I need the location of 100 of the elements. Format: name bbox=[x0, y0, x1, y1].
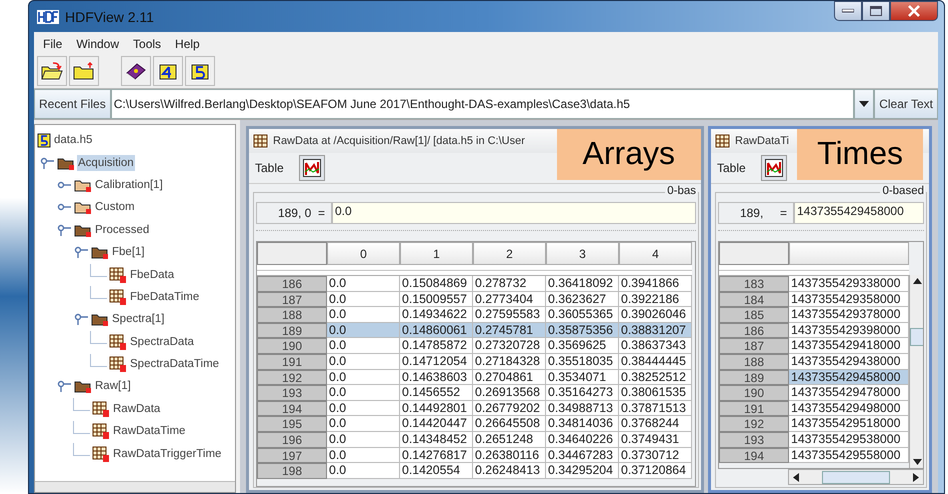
file-path-field[interactable]: C:\Users\Wilfred.Berlang\Desktop\SEAFOM June 2017\Enthought-DAS-examples\Case3\data.h5 bbox=[110, 89, 854, 119]
hdf5-icon[interactable] bbox=[185, 56, 215, 86]
row-header[interactable]: 185 bbox=[719, 307, 789, 323]
scroll-left-icon[interactable] bbox=[793, 472, 799, 482]
menu-item[interactable]: Tools bbox=[132, 36, 162, 52]
minimize-button[interactable] bbox=[834, 1, 862, 21]
row-header[interactable]: 184 bbox=[719, 292, 789, 308]
tree-item[interactable]: Raw[1] bbox=[94, 378, 132, 394]
dropdown-button[interactable] bbox=[854, 89, 874, 119]
tree-item[interactable]: RawDataTriggerTime bbox=[112, 446, 222, 462]
column-header[interactable]: 4 bbox=[619, 242, 692, 265]
tree-item[interactable]: FbeDataTime bbox=[129, 288, 200, 305]
table-menu[interactable]: Table bbox=[716, 160, 747, 176]
row-header[interactable]: 189 bbox=[719, 370, 789, 386]
tree-item[interactable]: SpectraDataTime bbox=[129, 356, 220, 372]
scroll-right-icon[interactable] bbox=[913, 472, 919, 482]
tree-item[interactable]: Fbe[1] bbox=[111, 244, 146, 260]
row-header[interactable]: 189 bbox=[257, 322, 327, 338]
menu-item[interactable]: Window bbox=[75, 36, 120, 52]
table-cell: 1437355429478000 bbox=[789, 385, 909, 401]
table-cell: 0.37120864 bbox=[619, 463, 692, 479]
row-header[interactable]: 186 bbox=[719, 322, 789, 338]
table-cell: 0.3534071 bbox=[546, 370, 619, 386]
row-header[interactable]: 187 bbox=[719, 338, 789, 354]
table-cell: 0.26645508 bbox=[473, 416, 546, 432]
expand-handle-icon[interactable] bbox=[56, 380, 72, 392]
tree-item[interactable]: Calibration[1] bbox=[94, 176, 164, 193]
row-header[interactable]: 193 bbox=[257, 385, 327, 401]
table-cell: 0.38637343 bbox=[619, 338, 692, 354]
row-header[interactable]: 188 bbox=[719, 354, 789, 370]
folder-icon bbox=[74, 200, 92, 214]
cell-value-field[interactable]: 1437355429458000 bbox=[794, 202, 924, 224]
recent-files-button[interactable]: Recent Files bbox=[34, 89, 111, 119]
expand-handle-icon[interactable] bbox=[39, 156, 55, 169]
chart-icon[interactable] bbox=[760, 155, 787, 181]
scroll-thumb[interactable] bbox=[822, 470, 890, 484]
tree-item[interactable]: FbeData bbox=[129, 266, 176, 283]
scroll-thumb[interactable] bbox=[910, 328, 923, 346]
column-header[interactable]: 1 bbox=[400, 242, 473, 265]
chart-icon[interactable] bbox=[298, 155, 325, 181]
row-header[interactable]: 190 bbox=[719, 385, 789, 401]
row-header[interactable]: 195 bbox=[257, 416, 327, 432]
row-header[interactable]: 194 bbox=[257, 400, 327, 416]
row-header[interactable]: 186 bbox=[257, 276, 327, 292]
row-header[interactable]: 183 bbox=[719, 276, 789, 292]
row-header[interactable]: 192 bbox=[719, 416, 789, 432]
expand-handle-icon[interactable] bbox=[73, 246, 89, 258]
row-header[interactable]: 188 bbox=[257, 307, 327, 323]
row-header[interactable]: 192 bbox=[257, 370, 327, 386]
scroll-up-icon[interactable] bbox=[913, 278, 922, 284]
tree-item[interactable]: Spectra[1] bbox=[111, 311, 166, 328]
horizontal-scrollbar[interactable] bbox=[788, 469, 924, 485]
horizontal-scrollbar[interactable] bbox=[35, 481, 235, 492]
table-cell: 1437355429538000 bbox=[789, 432, 909, 448]
tree-item[interactable]: data.h5 bbox=[53, 132, 94, 148]
menu-item[interactable]: Help bbox=[174, 36, 201, 52]
row-header[interactable]: 194 bbox=[719, 448, 789, 464]
table-cell: 0.26380116 bbox=[473, 448, 546, 464]
row-header[interactable]: 197 bbox=[257, 448, 327, 464]
table-cell: 0.0 bbox=[327, 432, 400, 448]
maximize-button[interactable] bbox=[862, 1, 890, 21]
expand-handle-icon[interactable] bbox=[56, 224, 72, 236]
expand-handle-icon[interactable] bbox=[73, 313, 89, 326]
clear-text-button[interactable]: Clear Text bbox=[874, 89, 938, 119]
table-cell: 1437355429438000 bbox=[789, 354, 909, 370]
cell-value-field[interactable]: 0.0 bbox=[332, 202, 696, 224]
row-header[interactable]: 198 bbox=[257, 463, 327, 479]
table-cell: 0.0 bbox=[327, 307, 400, 323]
row-header[interactable]: 196 bbox=[257, 432, 327, 448]
hdf4-icon[interactable] bbox=[153, 56, 183, 86]
row-header[interactable]: 191 bbox=[719, 400, 789, 416]
tree-item[interactable]: Processed bbox=[94, 222, 150, 238]
row-header[interactable]: 187 bbox=[257, 292, 327, 308]
table-cell: 0.38252512 bbox=[619, 370, 692, 386]
row-header[interactable]: 191 bbox=[257, 354, 327, 370]
tree-item[interactable]: Acquisition bbox=[77, 154, 135, 171]
folder-icon[interactable] bbox=[69, 56, 99, 86]
tree-item[interactable]: RawData bbox=[112, 400, 162, 417]
file-icon bbox=[37, 132, 51, 148]
tree-item[interactable]: SpectraData bbox=[129, 334, 195, 350]
scroll-down-icon[interactable] bbox=[913, 459, 922, 465]
column-header[interactable]: 2 bbox=[473, 242, 546, 265]
row-header[interactable]: 190 bbox=[257, 338, 327, 354]
open-folder-icon[interactable] bbox=[37, 56, 67, 86]
row-header[interactable]: 193 bbox=[719, 432, 789, 448]
corner-header bbox=[257, 242, 327, 265]
table-cell: 0.14638603 bbox=[400, 370, 473, 386]
column-header[interactable]: 0 bbox=[327, 242, 400, 265]
menu-item[interactable]: File bbox=[42, 36, 64, 52]
table-icon bbox=[109, 334, 127, 350]
table-cell: 0.0 bbox=[327, 463, 400, 479]
tree-item[interactable]: RawDataTime bbox=[112, 423, 186, 440]
corner-header bbox=[719, 242, 789, 265]
vertical-scrollbar[interactable] bbox=[909, 275, 923, 468]
close-button[interactable] bbox=[890, 1, 938, 21]
maximize-icon bbox=[870, 6, 882, 16]
cell-reference: 189, 0 = bbox=[256, 202, 332, 224]
tree-item[interactable]: Custom bbox=[94, 199, 136, 216]
column-header[interactable]: 3 bbox=[546, 242, 619, 265]
table-menu[interactable]: Table bbox=[254, 160, 285, 176]
